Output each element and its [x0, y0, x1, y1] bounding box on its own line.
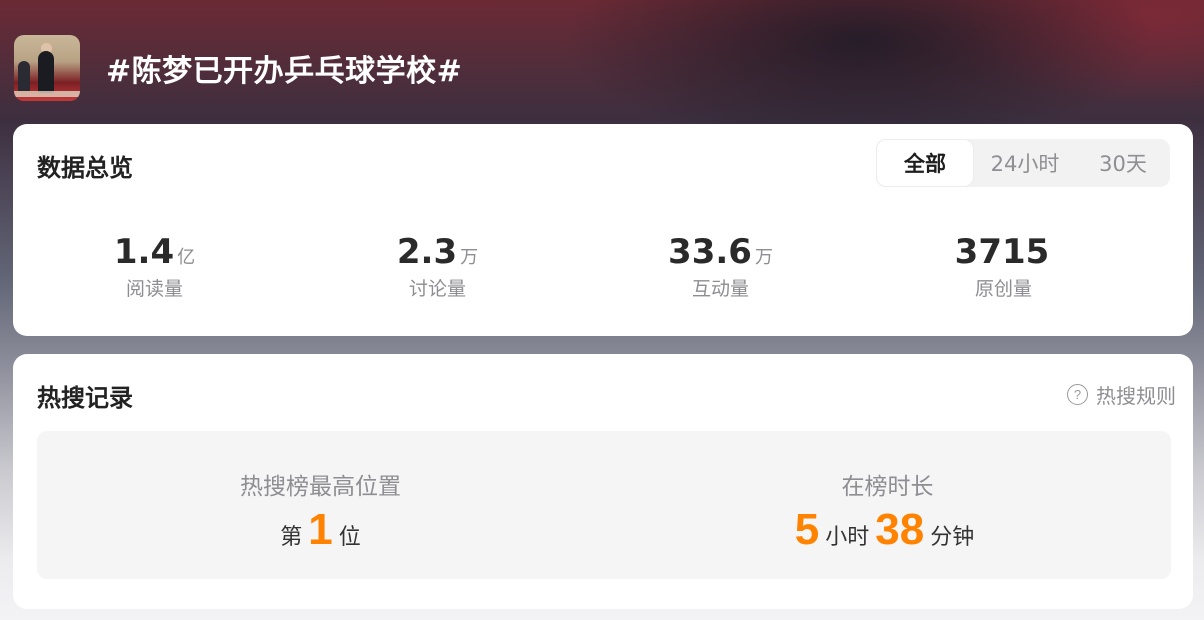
stat-value: 2.3 [396, 232, 458, 272]
minutes-unit: 分钟 [930, 525, 975, 550]
stat-unit: 万 [754, 247, 773, 268]
highest-position: 热搜榜最高位置 第 1 位 [37, 431, 604, 579]
stat-originals: 3715 原创量 [862, 232, 1145, 301]
question-circle-icon: ? [1067, 384, 1088, 405]
data-overview-card: 数据总览 全部 24小时 30天 1.4 亿 阅读量 2.3 万 讨论量 33.… [13, 124, 1193, 336]
stat-label: 原创量 [974, 278, 1032, 300]
stat-reads: 1.4 亿 阅读量 [13, 232, 296, 301]
stat-label: 互动量 [691, 278, 749, 300]
topic-avatar[interactable] [14, 35, 80, 101]
stat-discussions: 2.3 万 讨论量 [296, 232, 579, 301]
stat-unit: 亿 [177, 247, 196, 268]
stat-value: 33.6 [668, 232, 752, 272]
stat-value: 3715 [954, 232, 1050, 272]
stat-interactions: 33.6 万 互动量 [579, 232, 862, 301]
records-title: 热搜记录 [37, 384, 133, 412]
minutes-value: 38 [875, 505, 925, 554]
rank-prefix: 第 [280, 525, 303, 550]
tab-24h[interactable]: 24小时 [973, 140, 1077, 186]
topic-header: #陈梦已开办乒乓球学校# [14, 34, 462, 102]
hours-unit: 小时 [825, 525, 870, 550]
highest-position-label: 热搜榜最高位置 [240, 474, 401, 500]
time-on-list-label: 在榜时长 [841, 474, 934, 500]
stat-label: 阅读量 [125, 278, 183, 300]
records-panel: 热搜榜最高位置 第 1 位 在榜时长 5 小时 38 分钟 [37, 431, 1171, 579]
rank-suffix: 位 [338, 525, 361, 550]
overview-title: 数据总览 [37, 154, 133, 182]
rules-label: 热搜规则 [1096, 384, 1176, 408]
stat-label: 讨论量 [408, 278, 466, 300]
tab-30d[interactable]: 30天 [1077, 140, 1169, 186]
stats-row: 1.4 亿 阅读量 2.3 万 讨论量 33.6 万 互动量 3715 原创量 [13, 232, 1193, 301]
hot-search-records-card: 热搜记录 ? 热搜规则 热搜榜最高位置 第 1 位 在榜时长 5 小时 38 分… [13, 354, 1193, 609]
time-range-tabs: 全部 24小时 30天 [876, 139, 1170, 187]
hours-value: 5 [794, 505, 820, 554]
tab-all[interactable]: 全部 [877, 140, 973, 186]
hot-search-rules-link[interactable]: ? 热搜规则 [1067, 380, 1176, 409]
topic-title: #陈梦已开办乒乓球学校# [106, 54, 463, 89]
stat-value: 1.4 [113, 232, 175, 272]
stat-unit: 万 [460, 247, 479, 268]
rank-value: 1 [308, 505, 333, 554]
time-on-list: 在榜时长 5 小时 38 分钟 [604, 431, 1171, 579]
